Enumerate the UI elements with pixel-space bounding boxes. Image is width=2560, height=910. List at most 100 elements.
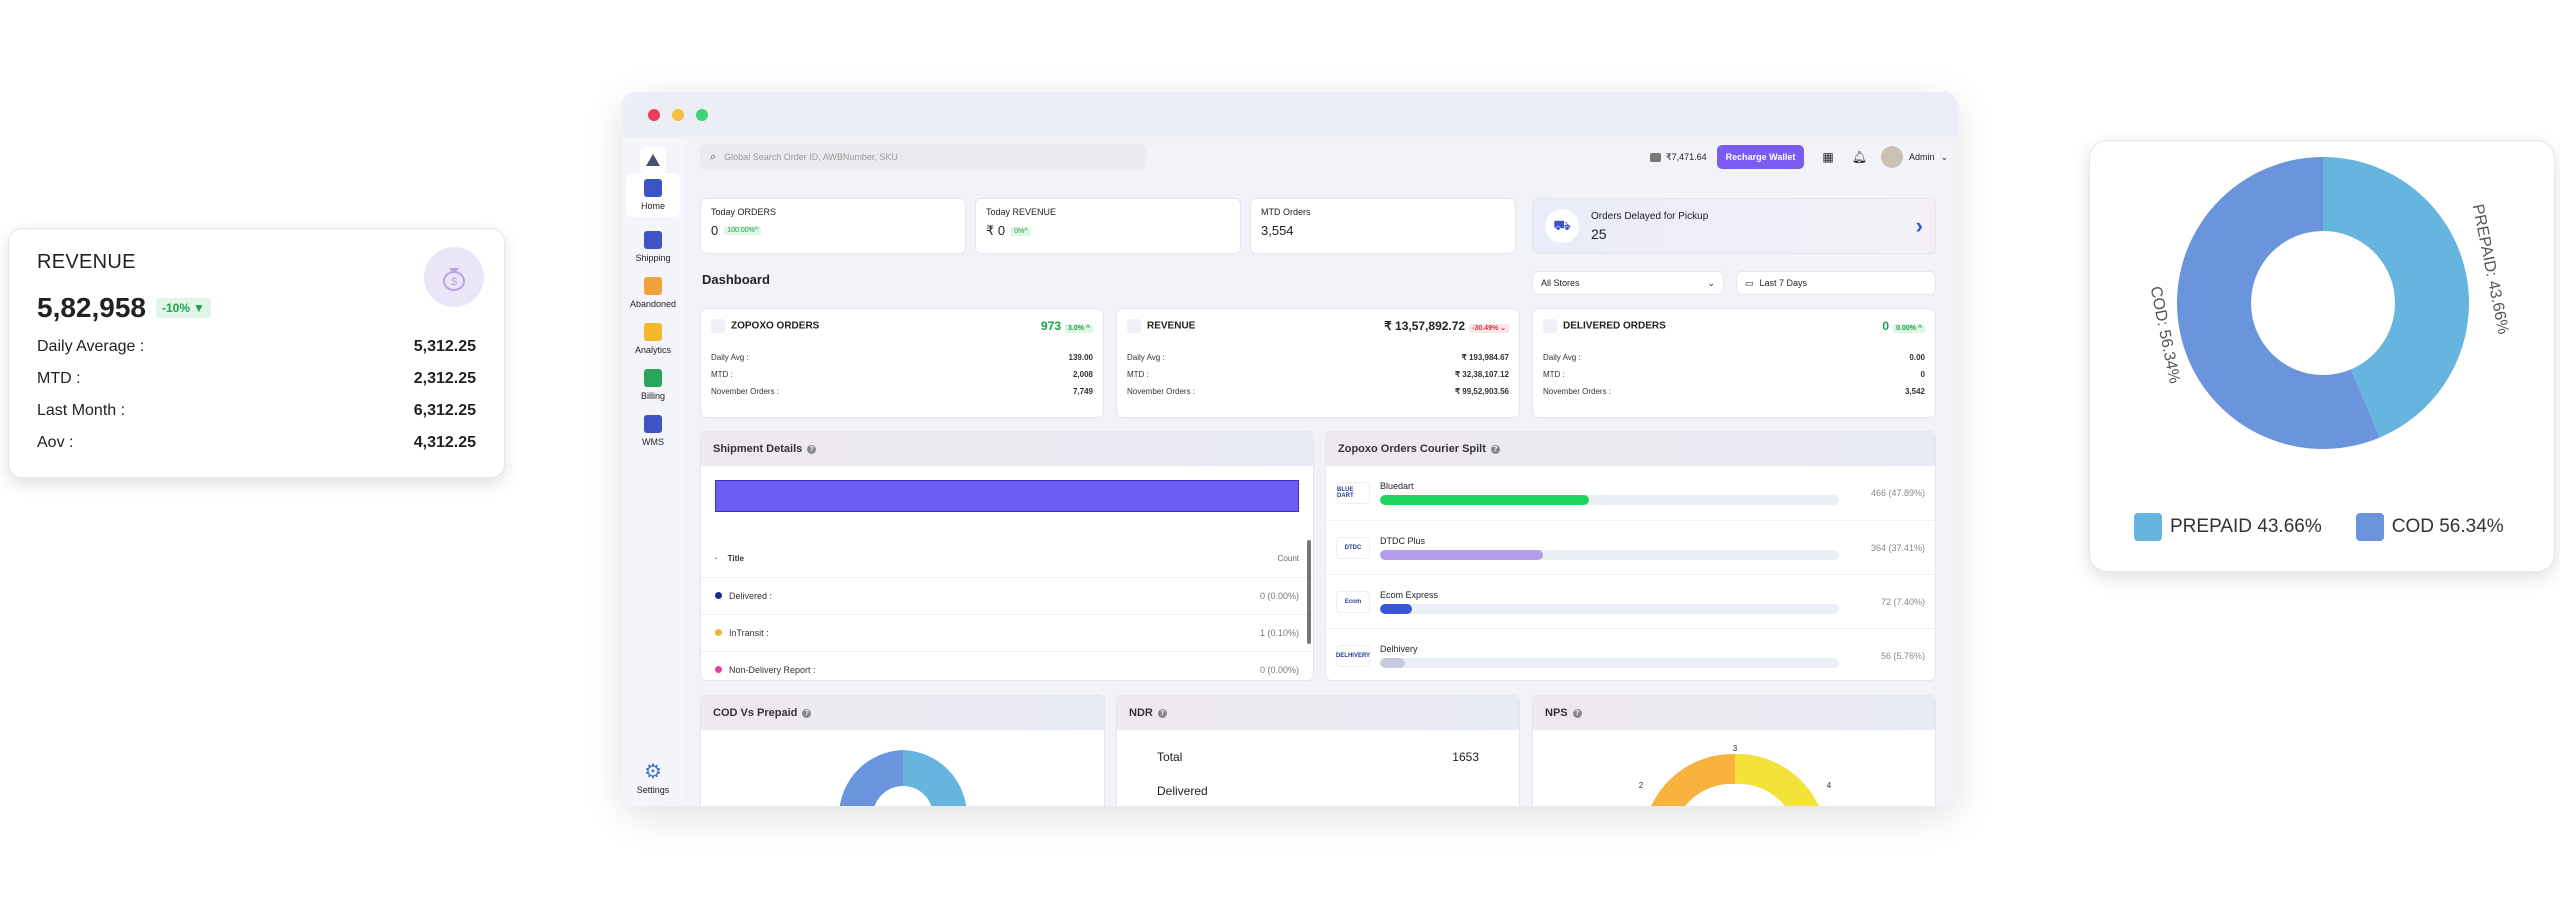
metric-orders-card: ZOPOXO ORDERS 973 3.0% ^ Daily Avg : 139.00 M… [700, 308, 1104, 418]
sidebar-item-label: Analytics [634, 345, 671, 355]
revenue-value: 5,82,958 [37, 292, 146, 323]
ndr-delivered-label: Delivered [1157, 784, 1208, 798]
list-item[interactable]: DTDC DTDC Plus 364 (37.41%) [1326, 520, 1935, 574]
shipping-icon [644, 231, 662, 249]
metric-value-group: 973 3.0% ^ [1041, 319, 1093, 333]
bell-icon[interactable]: 🔔︎ [1852, 150, 1867, 164]
help-icon[interactable]: ? [1157, 708, 1167, 718]
metric-row-value: ₹ 99,52,903.56 [1454, 387, 1509, 396]
chart-legend: PREPAID 43.66% COD 56.34% [2134, 513, 2504, 541]
donut-slice-label: PREPAID: 43.66% [2469, 203, 2512, 336]
legend-item-cod[interactable]: COD 56.34% [2355, 513, 2504, 541]
nps-tick: 4 [1827, 781, 1832, 790]
revenue-stat-row: Last Month : 6,312.25 [37, 402, 476, 420]
maximize-window-button[interactable] [696, 108, 708, 121]
billing-icon [644, 369, 662, 387]
table-row[interactable]: Non-Delivery Report : 0 (0.00%) [701, 651, 1313, 680]
courier-panel: Zopoxo Orders Courier Spilt? BLUE DART Bl… [1325, 431, 1936, 681]
recharge-wallet-button[interactable]: Recharge Wallet [1716, 145, 1805, 169]
kpi-badge: 100.00%^ [724, 226, 762, 235]
help-icon[interactable]: ? [1572, 708, 1582, 718]
status-dot-icon [715, 666, 722, 673]
sidebar-item-label: Shipping [635, 253, 671, 263]
courier-name: DTDC Plus [1380, 535, 1426, 546]
wallet-balance[interactable]: ₹7,471.64 [1649, 152, 1707, 163]
sidebar-item-settings[interactable]: ⚙ Settings [622, 762, 684, 795]
search-input[interactable]: ⌕ Global Search Order ID, AWBNumber, SKU [700, 144, 1146, 170]
delayed-pickup-card[interactable]: ⛟ Orders Delayed for Pickup 25 › [1532, 198, 1936, 254]
legend-item-prepaid[interactable]: PREPAID 43.66% [2134, 513, 2322, 541]
chevron-right-icon[interactable]: › [1916, 213, 1923, 239]
sidebar-item-wms[interactable]: WMS [622, 415, 684, 447]
sort-icon[interactable]: · [715, 554, 718, 563]
courier-bar-fill [1380, 495, 1589, 505]
metric-value: 0 [1882, 319, 1890, 333]
metric-row-label: November Orders : [1127, 387, 1196, 396]
sidebar-item-abandoned[interactable]: Abandoned [622, 277, 684, 309]
scrollbar[interactable] [1307, 540, 1311, 644]
row-title: Non-Delivery Report : [729, 665, 816, 675]
window-titlebar [622, 92, 1958, 137]
courier-name: Delhivery [1380, 643, 1418, 654]
close-window-button[interactable] [648, 108, 660, 121]
sidebar-item-shipping[interactable]: Shipping [622, 231, 684, 263]
sidebar-nav: Home Shipping Abandoned Analytics Billing WMS [622, 173, 684, 447]
metric-row: Daily Avg : ₹ 193,984.67 [1127, 353, 1509, 362]
metric-row-value: 0.00 [1909, 353, 1925, 362]
revenue-stat-row: MTD : 2,312.25 [37, 370, 476, 388]
cod-prepaid-mini-donut [839, 750, 967, 806]
panel-header: NDR? [1117, 696, 1519, 730]
panel-title: NDR [1129, 707, 1153, 719]
row-title: InTransit : [729, 628, 769, 638]
revenue-card: REVENUE 5,82,958 -10% ▼ $ Daily Average … [8, 228, 505, 478]
apps-grid-icon[interactable]: ▦ [1822, 150, 1833, 164]
sidebar-item-billing[interactable]: Billing [622, 369, 684, 401]
metric-row: Daily Avg : 139.00 [711, 353, 1093, 362]
date-range-select[interactable]: ▭ Last 7 Days [1736, 271, 1936, 295]
help-icon[interactable]: ? [807, 444, 817, 454]
cod-prepaid-card: PREPAID: 43.66% COD: 56.34% PREPAID 43.66… [2089, 140, 2555, 572]
kpi-today-revenue: Today REVENUE ₹ 0 0%^ [975, 198, 1241, 254]
table-row[interactable]: Delivered : 0 (0.00%) [701, 577, 1313, 614]
sidebar-item-label: WMS [642, 437, 664, 447]
help-icon[interactable]: ? [1490, 444, 1500, 454]
svg-text:$: $ [451, 276, 457, 288]
top-header: ⌕ Global Search Order ID, AWBNumber, SKU… [684, 137, 1958, 177]
col-title: Title [727, 554, 744, 563]
courier-bar-group: Ecom Express [1380, 590, 1839, 614]
courier-logo: BLUE DART [1336, 482, 1370, 504]
revenue-change: -10% [162, 301, 191, 315]
courier-bar-group: Delhivery [1380, 644, 1839, 668]
list-item[interactable]: Ecom Ecom Express 72 (7.40%) [1326, 574, 1935, 628]
store-select-value: All Stores [1541, 278, 1580, 288]
sidebar-item-home[interactable]: Home [626, 173, 680, 217]
revenue-stat-row: Daily Average : 5,312.25 [37, 338, 476, 356]
metric-revenue-card: REVENUE ₹ 13,57,892.72 -30.49% ⌄ Daily Avg … [1116, 308, 1520, 418]
courier-logo: Ecom [1336, 590, 1370, 613]
metric-row: MTD : ₹ 32,38,107.12 [1127, 370, 1509, 379]
help-icon[interactable]: ? [802, 708, 812, 718]
list-item[interactable]: BLUE DART Bluedart 466 (47.89%) [1326, 466, 1935, 520]
courier-bar-track [1380, 549, 1839, 560]
nps-tick: 2 [1639, 781, 1644, 790]
panel-header: Zopoxo Orders Courier Spilt? [1326, 432, 1935, 466]
table-row[interactable]: InTransit : 1 (0.10%) [701, 614, 1313, 651]
app-logo[interactable] [640, 147, 666, 173]
minimize-window-button[interactable] [672, 108, 684, 121]
store-select[interactable]: All Stores ⌄ [1532, 271, 1724, 295]
chevron-down-icon: ⌄ [1707, 277, 1715, 288]
metric-icon [711, 319, 725, 333]
user-menu[interactable]: Admin ⌄ [1880, 146, 1948, 168]
courier-bar-track [1380, 657, 1839, 668]
shipment-bar [715, 480, 1299, 512]
home-icon [644, 179, 662, 197]
shipment-rows: Delivered : 0 (0.00%) InTransit : 1 (0.10%)… [701, 577, 1313, 680]
revenue-value-row: 5,82,958 -10% ▼ [37, 292, 476, 324]
courier-bar-fill [1380, 603, 1413, 614]
search-placeholder: Global Search Order ID, AWBNumber, SKU [724, 152, 898, 162]
list-item[interactable]: DELHIVERY Delhivery 56 (5.76%) [1326, 628, 1935, 680]
status-dot-icon [715, 629, 722, 636]
sidebar-item-analytics[interactable]: Analytics [622, 323, 684, 355]
